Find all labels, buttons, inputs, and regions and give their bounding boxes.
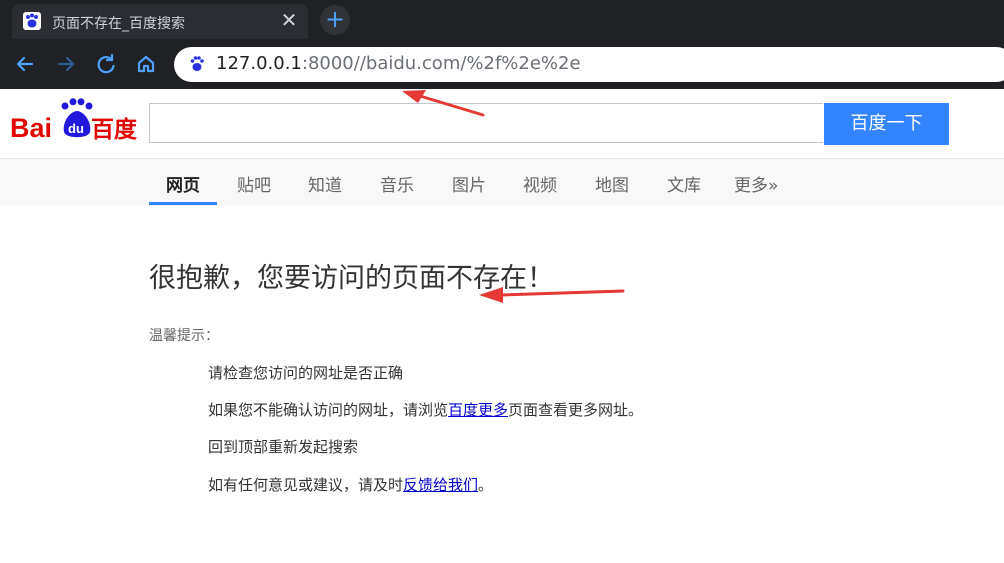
home-icon[interactable] <box>131 49 161 79</box>
svg-text:Bai: Bai <box>10 113 52 143</box>
tip-text: 如有任何意见或建议，请及时 <box>208 476 404 494</box>
tab-more[interactable]: 更多» <box>734 171 778 196</box>
back-arrow-icon[interactable] <box>10 49 40 79</box>
active-tab-indicator <box>149 202 217 205</box>
tab-wenku[interactable]: 文库 <box>667 171 701 196</box>
address-bar[interactable]: 127.0.0.1:8000//baidu.com/%2f%2e%2e <box>174 47 1004 82</box>
svg-text:百度: 百度 <box>91 116 138 143</box>
browser-chrome: 页面不存在_百度搜索 ✕ + 127.0.0.1:8000//baidu.com… <box>0 0 1004 89</box>
reload-icon[interactable] <box>91 49 121 79</box>
error-title: 很抱歉，您要访问的页面不存在！ <box>149 263 554 294</box>
baidu-more-link[interactable]: 百度更多 <box>448 401 508 419</box>
tab-web[interactable]: 网页 <box>166 171 200 196</box>
url-text[interactable]: 127.0.0.1:8000//baidu.com/%2f%2e%2e <box>216 53 581 74</box>
tab-title: 页面不存在_百度搜索 <box>52 16 185 32</box>
close-icon[interactable]: ✕ <box>278 9 300 31</box>
tip-feedback: 如有任何意见或建议，请及时反馈给我们。 <box>208 474 493 495</box>
search-button[interactable]: 百度一下 <box>824 103 949 145</box>
tips-label: 温馨提示： <box>149 328 219 344</box>
feedback-link[interactable]: 反馈给我们 <box>403 476 478 494</box>
baidu-paw-icon <box>188 55 206 73</box>
category-nav: 网页 贴吧 知道 音乐 图片 视频 地图 文库 更多» <box>0 158 1004 206</box>
svg-text:du: du <box>68 121 84 136</box>
tab-tieba[interactable]: 贴吧 <box>237 171 271 196</box>
url-host: 127.0.0.1 <box>216 53 302 74</box>
baidu-logo[interactable]: Bai du 百度 <box>10 98 140 144</box>
forward-arrow-icon[interactable] <box>51 49 81 79</box>
tab-music[interactable]: 音乐 <box>380 171 414 196</box>
browser-tab[interactable]: 页面不存在_百度搜索 ✕ <box>12 4 308 39</box>
tip-text: 如果您不能确认访问的网址，请浏览 <box>208 401 449 419</box>
url-path: :8000//baidu.com/%2f%2e%2e <box>301 53 581 74</box>
tip-back-to-top[interactable]: 回到顶部重新发起搜索 <box>208 436 358 457</box>
tab-video[interactable]: 视频 <box>523 171 557 196</box>
tab-zhidao[interactable]: 知道 <box>308 171 342 196</box>
tip-check-url: 请检查您访问的网址是否正确 <box>208 364 404 382</box>
browser-toolbar: 127.0.0.1:8000//baidu.com/%2f%2e%2e <box>0 42 1004 89</box>
tab-images[interactable]: 图片 <box>452 171 486 196</box>
tip-browse-more: 如果您不能确认访问的网址，请浏览百度更多页面查看更多网址。 <box>208 399 643 420</box>
tab-map[interactable]: 地图 <box>595 171 629 196</box>
baidu-paw-icon <box>23 12 41 30</box>
tip-text: 。 <box>478 476 494 494</box>
search-input[interactable] <box>149 103 823 143</box>
plus-icon[interactable]: + <box>320 5 350 35</box>
tip-text: 页面查看更多网址。 <box>508 401 644 419</box>
